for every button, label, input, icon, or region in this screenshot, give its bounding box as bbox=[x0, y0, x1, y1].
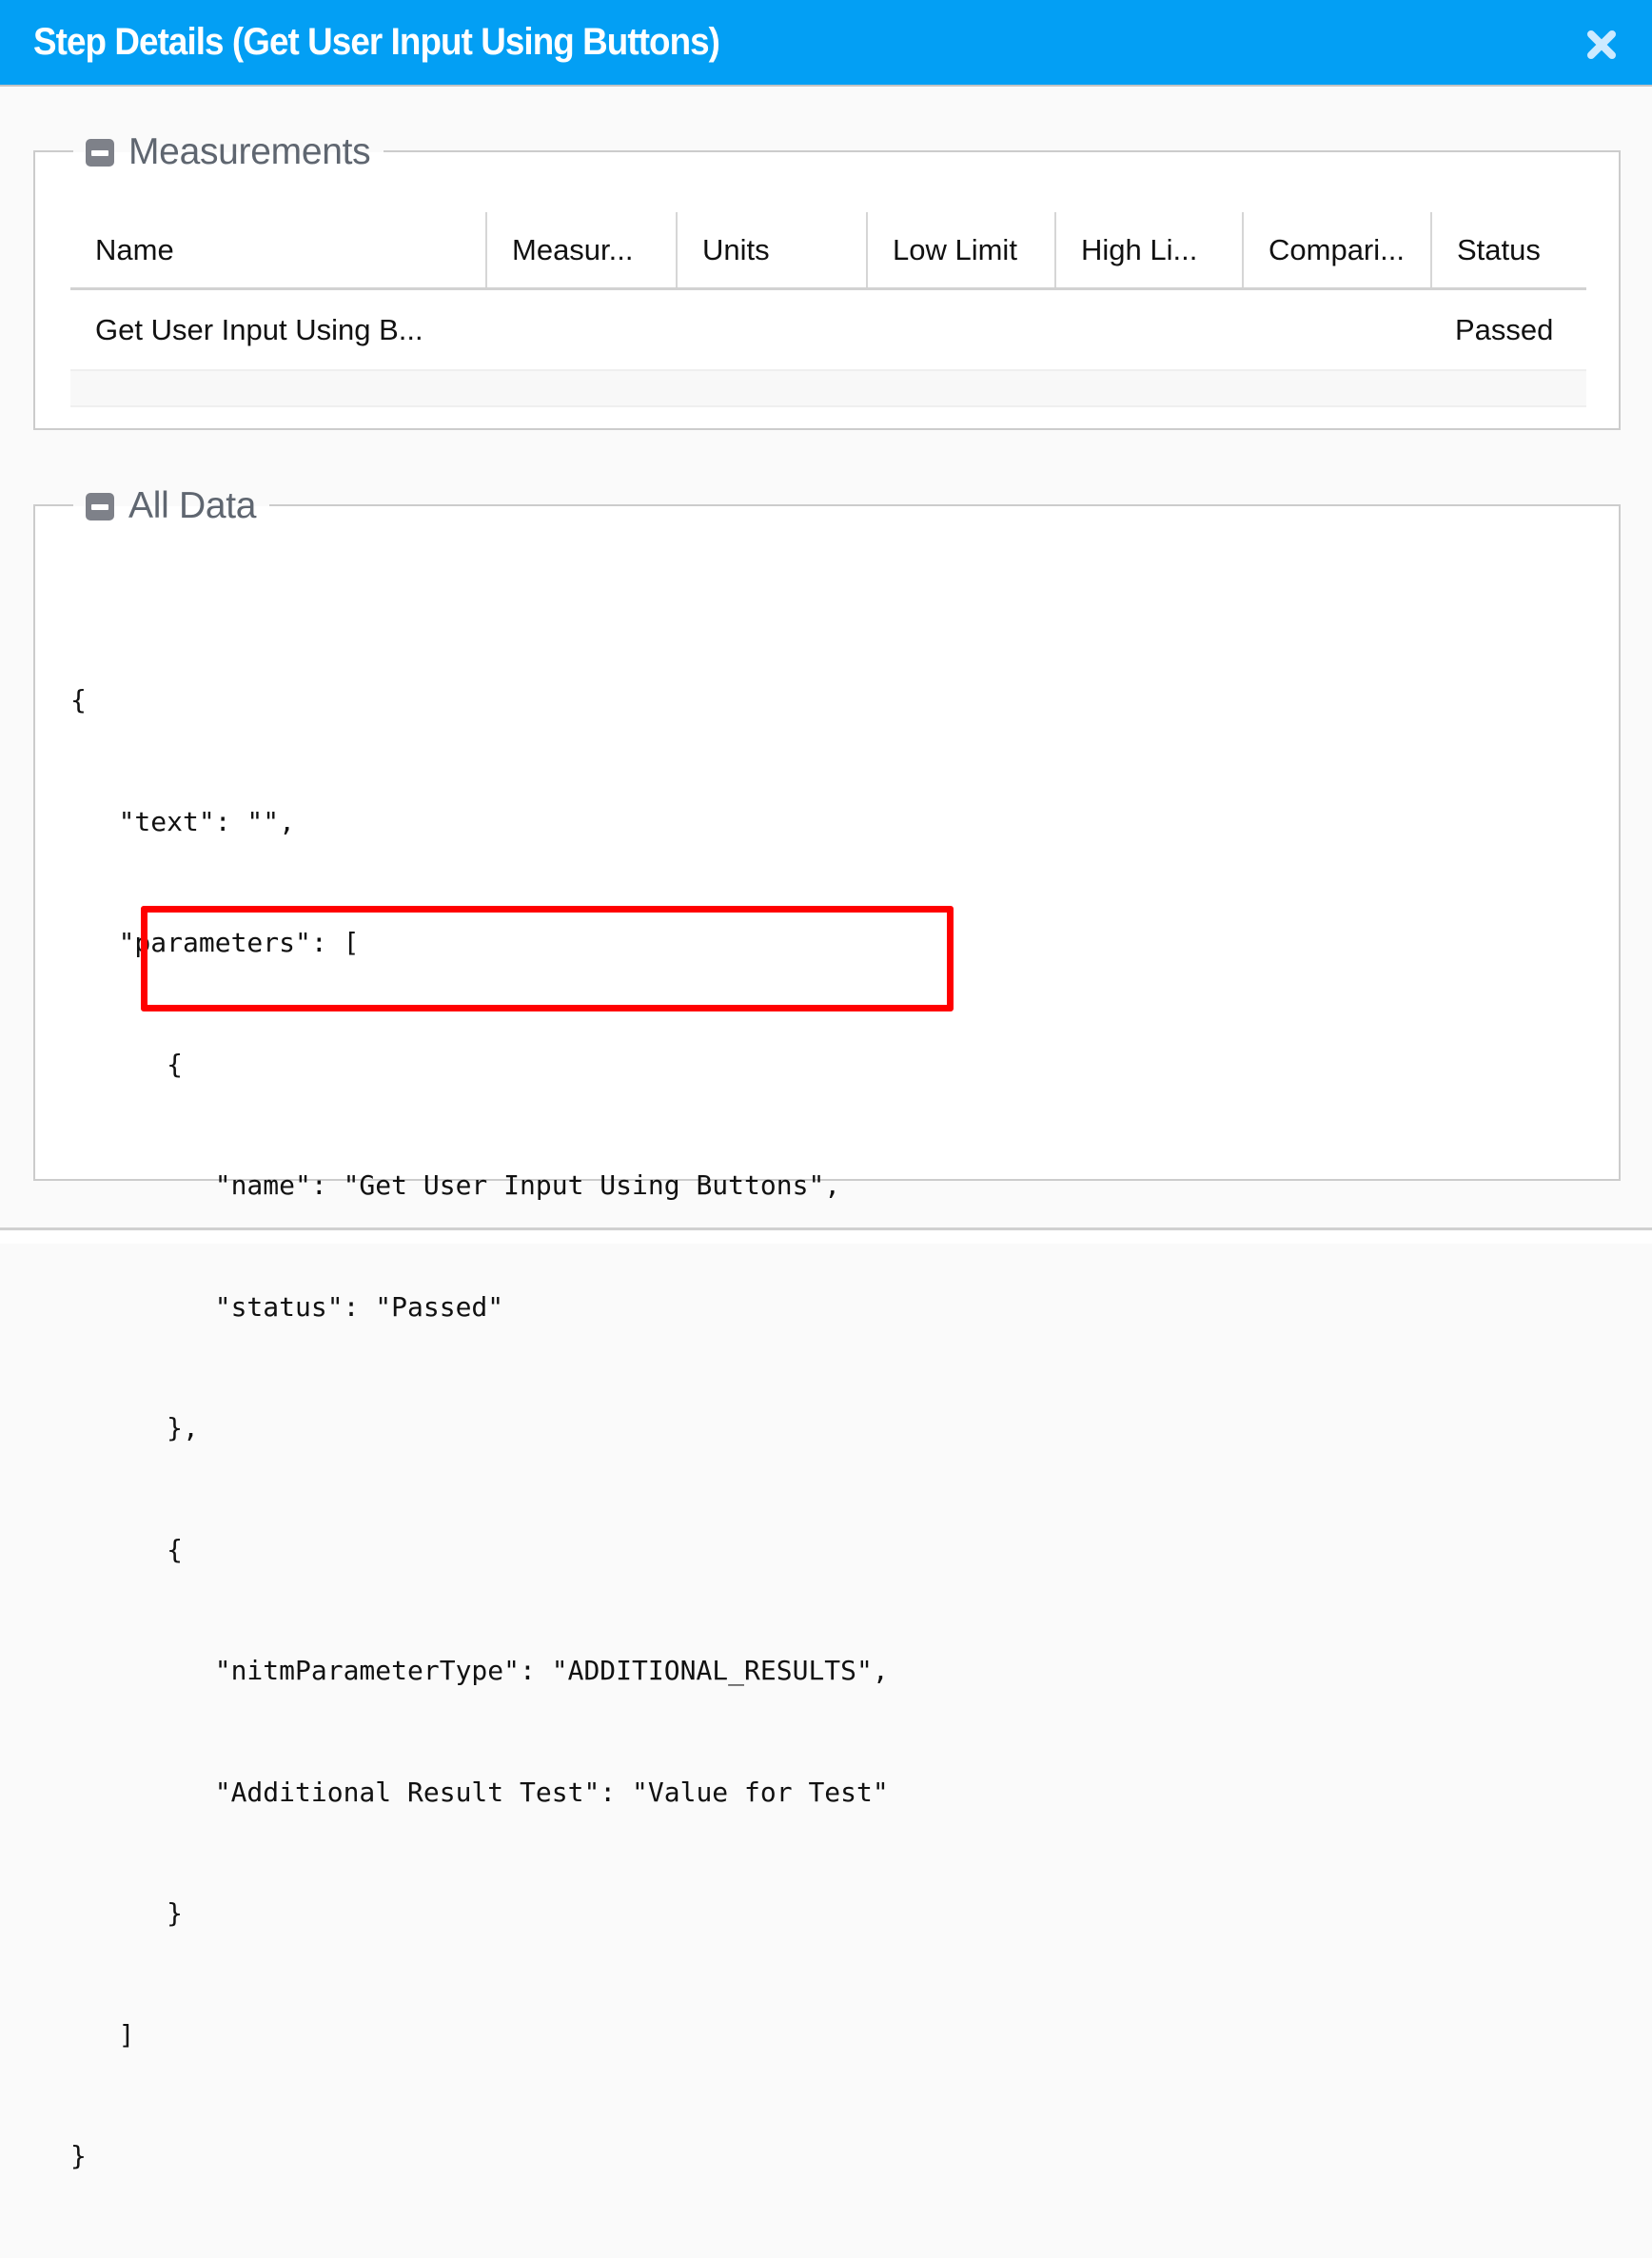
dialog-header: Step Details (Get User Input Using Butto… bbox=[0, 0, 1652, 87]
column-header-measurement[interactable]: Measur... bbox=[485, 212, 676, 287]
code-line: "nitmParameterType": "ADDITIONAL_RESULTS… bbox=[70, 1655, 889, 1686]
column-header-high-limit[interactable]: High Li... bbox=[1054, 212, 1242, 287]
table-header-row: Name Measur... Units Low Limit High Li..… bbox=[70, 212, 1586, 290]
collapse-minus-icon[interactable] bbox=[86, 138, 114, 167]
cell-comparison bbox=[1242, 290, 1430, 369]
measurements-legend-label: Measurements bbox=[128, 131, 371, 172]
table-row[interactable]: Get User Input Using B... Passed bbox=[70, 290, 1586, 371]
code-line: { bbox=[70, 1533, 184, 1565]
close-icon bbox=[1587, 30, 1616, 59]
all-data-section: All Data { "text": "", "parameters": [ {… bbox=[33, 485, 1621, 2171]
close-button[interactable] bbox=[1583, 27, 1620, 63]
measurements-legend-toggle[interactable]: Measurements bbox=[73, 131, 384, 174]
dialog-title: Step Details (Get User Input Using Butto… bbox=[33, 21, 720, 63]
cell-low-limit bbox=[866, 290, 1054, 369]
column-header-units[interactable]: Units bbox=[676, 212, 866, 287]
code-line: }, bbox=[70, 1412, 199, 1443]
code-line: "status": "Passed" bbox=[70, 1290, 504, 1323]
measurements-section: Measurements Name Measur... Units Low Li… bbox=[33, 131, 1621, 430]
table-empty-row bbox=[70, 371, 1586, 407]
code-line: } bbox=[70, 1897, 184, 1929]
dialog-footer bbox=[0, 1230, 1652, 1244]
column-header-comparison[interactable]: Compari... bbox=[1242, 212, 1430, 287]
column-header-low-limit[interactable]: Low Limit bbox=[866, 212, 1054, 287]
cell-status: Passed bbox=[1455, 312, 1554, 346]
code-line: "parameters": [ bbox=[70, 927, 360, 958]
all-data-legend-label: All Data bbox=[128, 485, 257, 526]
measurements-table: Name Measur... Units Low Limit High Li..… bbox=[70, 212, 1586, 407]
cell-measurement bbox=[485, 290, 676, 369]
cell-units bbox=[676, 290, 866, 369]
code-line: ] bbox=[70, 2018, 135, 2051]
cell-name: Get User Input Using B... bbox=[95, 312, 423, 346]
code-line: "Additional Result Test": "Value for Tes… bbox=[70, 1776, 889, 1808]
code-line: "name": "Get User Input Using Buttons", bbox=[70, 1169, 841, 1201]
column-header-name[interactable]: Name bbox=[70, 212, 485, 287]
cell-high-limit bbox=[1054, 290, 1242, 369]
code-line: "text": "", bbox=[70, 805, 296, 837]
column-header-status[interactable]: Status bbox=[1430, 212, 1586, 287]
all-data-legend-toggle[interactable]: All Data bbox=[73, 485, 270, 528]
code-line: } bbox=[70, 2140, 87, 2171]
collapse-minus-icon[interactable] bbox=[86, 492, 114, 520]
json-code-block: { "text": "", "parameters": [ { "name": … bbox=[70, 599, 889, 2258]
code-line: { bbox=[70, 684, 87, 716]
code-line: { bbox=[70, 1048, 184, 1080]
